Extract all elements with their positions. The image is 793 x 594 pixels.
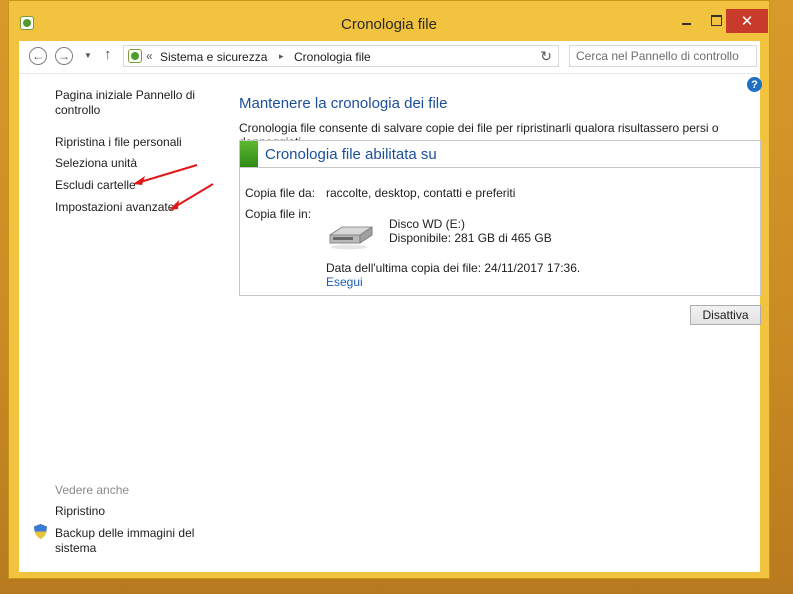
window: Cronologia file ✕ ← → ▼ ↑ « Sistema e si… [8, 0, 770, 579]
control-panel-icon [128, 49, 142, 63]
help-icon[interactable]: ? [747, 77, 762, 92]
disable-button[interactable]: Disattiva [690, 305, 761, 325]
copy-to-label: Copia file in: [245, 207, 312, 221]
see-also-heading: Vedere anche [55, 483, 130, 497]
breadcrumb-cronologia-file[interactable]: Cronologia file [294, 50, 371, 64]
control-panel-content: ← → ▼ ↑ « Sistema e sicurezza ▸ Cronolog… [19, 41, 762, 572]
page-title: Mantenere la cronologia dei file [239, 95, 448, 112]
copy-from-value: raccolte, desktop, contatti e preferiti [326, 186, 516, 200]
drive-name: Disco WD (E:) [389, 217, 465, 231]
sidebar-item-exclude-folders[interactable]: Escludi cartelle [55, 178, 136, 193]
last-copy-date: Data dell'ultima copia dei file: 24/11/2… [326, 261, 581, 275]
search-input[interactable] [570, 46, 756, 66]
up-button[interactable]: ↑ [104, 46, 112, 63]
breadcrumb-overflow-icon[interactable]: « [146, 49, 153, 63]
close-button[interactable]: ✕ [726, 9, 768, 33]
sidebar-home-link-line2[interactable]: controllo [55, 103, 100, 118]
run-now-link[interactable]: Esegui [326, 275, 363, 289]
refresh-icon[interactable]: ↻ [540, 48, 552, 65]
address-bar[interactable]: « Sistema e sicurezza ▸ Cronologia file … [123, 45, 559, 67]
title-bar[interactable]: Cronologia file ✕ [9, 1, 769, 41]
minimize-button[interactable] [671, 9, 701, 31]
shield-icon [34, 524, 47, 539]
forward-button[interactable]: → [55, 47, 73, 65]
sidebar-item-restore-files[interactable]: Ripristina i file personali [55, 135, 182, 150]
close-icon: ✕ [740, 13, 754, 30]
window-title: Cronologia file [341, 16, 437, 33]
status-title: Cronologia file abilitata su [265, 146, 437, 163]
maximize-icon [710, 14, 722, 26]
breadcrumb-separator-icon[interactable]: ▸ [279, 51, 284, 62]
see-also-system-image-backup-line2[interactable]: sistema [55, 541, 96, 556]
see-also-recovery-link[interactable]: Ripristino [55, 504, 105, 519]
annotation-arrow-advanced-settings-icon [169, 183, 214, 210]
sidebar-item-advanced-settings[interactable]: Impostazioni avanzate [55, 200, 174, 215]
navigation-bar: ← → ▼ ↑ « Sistema e sicurezza ▸ Cronolog… [19, 41, 760, 74]
sidebar-item-select-drive[interactable]: Seleziona unità [55, 156, 137, 171]
status-panel-header: Cronologia file abilitata su [240, 141, 760, 168]
minimize-icon [681, 23, 691, 25]
status-indicator [240, 141, 258, 167]
sidebar-home-link-line1[interactable]: Pagina iniziale Pannello di [55, 88, 195, 103]
back-button[interactable]: ← [29, 47, 47, 65]
status-panel: Cronologia file abilitata su Copia file … [239, 140, 761, 296]
drive-free-space: Disponibile: 281 GB di 465 GB [389, 231, 552, 245]
hard-drive-icon [329, 226, 373, 250]
search-box[interactable] [569, 45, 757, 67]
copy-from-label: Copia file da: [245, 186, 316, 200]
see-also-system-image-backup-line1[interactable]: Backup delle immagini del [55, 526, 194, 541]
recent-locations-chevron-icon[interactable]: ▼ [84, 51, 92, 60]
breadcrumb-sistema-e-sicurezza[interactable]: Sistema e sicurezza [160, 50, 267, 64]
